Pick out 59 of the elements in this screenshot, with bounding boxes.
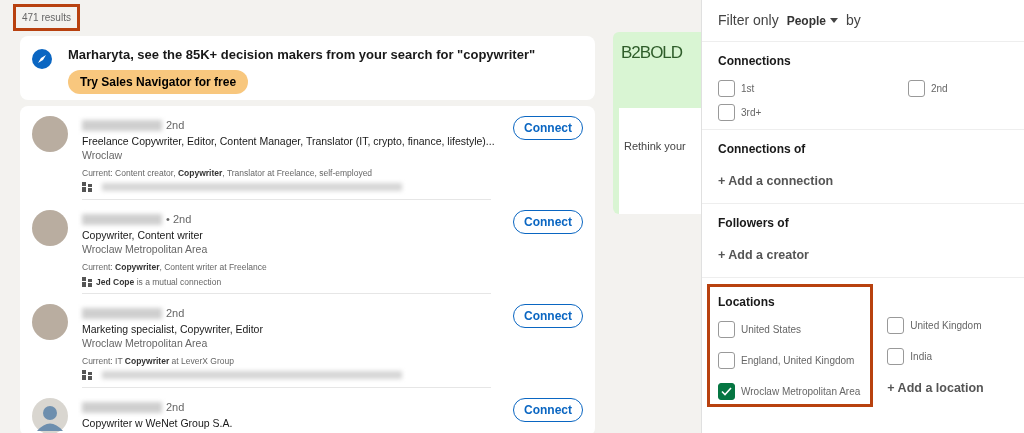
results-count: 471 results <box>13 4 80 31</box>
filter-label: by <box>846 11 861 30</box>
connection-degree: 2nd <box>166 119 185 131</box>
photo-placeholder <box>32 116 68 152</box>
connect-button[interactable]: Connect <box>513 116 583 140</box>
checkbox[interactable] <box>887 316 905 334</box>
current-position: Current: IT Copywriter at LeverX Group <box>82 354 235 368</box>
filter-label: Filter only <box>718 11 779 30</box>
add-link[interactable]: + Add a creator <box>718 241 1008 269</box>
connect-button[interactable]: Connect <box>513 210 583 234</box>
checkbox-label: 3rd+ <box>741 106 762 120</box>
checkbox[interactable] <box>718 320 735 338</box>
checkbox[interactable] <box>718 382 735 400</box>
connect-button[interactable]: Connect <box>513 304 583 328</box>
checkbox[interactable] <box>908 80 925 97</box>
ad-text: Rethink your <box>624 139 686 152</box>
people-dropdown[interactable]: People <box>786 11 839 30</box>
checkbox-label: Wroclaw Metropolitan Area <box>741 384 861 399</box>
promo-message: Marharyta, see the 85K+ decision makers from your search for "copywriter" <box>68 46 536 64</box>
compass-icon <box>32 49 52 69</box>
people-icon <box>82 181 92 192</box>
checkbox-label: England, United Kingdom <box>741 353 855 368</box>
checkbox-label: 2nd <box>931 82 948 96</box>
checkbox-label: 1st <box>741 82 755 96</box>
location: Wroclaw Metropolitan Area <box>82 242 209 258</box>
checkbox-label: United Kingdom <box>910 318 982 333</box>
mutual-connection: Jed Cope is a mutual connection <box>96 275 222 289</box>
people-icon <box>82 369 92 380</box>
location: Wroclaw <box>82 148 124 164</box>
headline: Copywriter, Content writer <box>82 228 204 243</box>
checkbox[interactable] <box>718 351 735 369</box>
avatar-silhouette <box>32 398 68 433</box>
connection-degree: • 2nd <box>166 213 192 225</box>
location: Wroclaw Metropolitan Area <box>82 336 209 352</box>
section-title: Locations <box>718 293 776 311</box>
connection-degree: 2nd <box>166 307 185 319</box>
checkbox-label: India <box>910 349 932 364</box>
current-position: Current: Content creator, Copywriter, Translator at Freelance, self-employed <box>82 166 374 180</box>
brand-logo: B2BOLD <box>620 42 684 64</box>
checkmark-icon <box>721 386 732 396</box>
add-link[interactable]: + Add a location <box>887 374 984 402</box>
connection-degree: 2nd <box>166 401 185 413</box>
caret-icon <box>830 18 839 23</box>
add-link[interactable]: + Add a connection <box>718 168 1008 195</box>
checkbox[interactable] <box>718 80 735 97</box>
sales-navigator-button[interactable]: Try Sales Navigator for free <box>68 69 249 94</box>
checkbox[interactable] <box>887 347 905 365</box>
headline: Marketing specialist, Copywriter, Editor <box>82 322 264 337</box>
section-title: Followers of <box>718 214 790 232</box>
people-icon <box>82 277 92 288</box>
section-title: Connections <box>718 53 792 70</box>
photo-placeholder <box>32 210 68 246</box>
headline: Copywriter w WeNet Group S.A. <box>82 416 234 431</box>
connect-button[interactable]: Connect <box>513 398 583 422</box>
section-title: Connections of <box>718 141 807 158</box>
current-position: Current: Copywriter, Content writer at Freelance <box>82 260 268 274</box>
checkbox-label: United States <box>741 322 802 337</box>
checkbox[interactable] <box>718 104 735 121</box>
photo-placeholder <box>32 304 68 340</box>
